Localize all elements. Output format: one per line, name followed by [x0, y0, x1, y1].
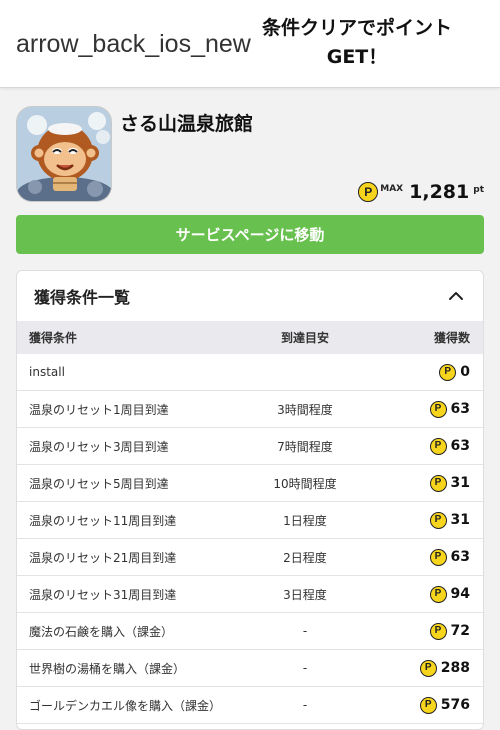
table-row: ゴールデンカエル像を購入（課金） - P 576	[17, 687, 483, 724]
table-row: install P0	[17, 354, 483, 391]
table-row: 温泉のリセット31周目到達 3日程度 P 94	[17, 576, 483, 613]
conditions-table-header: 獲得条件 到達目安 獲得数	[17, 321, 483, 354]
row-condition: 温泉のリセット1周目到達	[29, 402, 169, 417]
max-points-value: 1,281	[409, 181, 470, 203]
point-coin-icon: P	[429, 474, 447, 492]
chevron-up-icon[interactable]	[447, 287, 465, 305]
app-header: arrow_back_ios_new 条件クリアでポイントGET！	[0, 0, 500, 88]
table-row: 温泉のリセット3周目到達 7時間程度 P 63	[17, 428, 483, 465]
row-condition: ゴールデンカエル像を購入（課金）	[29, 698, 222, 713]
service-page-button[interactable]: サービスページに移動	[16, 215, 484, 254]
point-coin-icon: P	[439, 363, 457, 381]
table-row: 温泉のリセット21周目到達 2日程度 P 63	[17, 539, 483, 576]
table-row: 温泉のリセット1周目到達 3時間程度 P 63	[17, 391, 483, 428]
row-goal: 3時間程度	[277, 402, 333, 417]
row-points: 94	[450, 586, 470, 603]
row-condition: 温泉のリセット21周目到達	[29, 550, 177, 565]
row-condition: 温泉のリセット5周目到達	[29, 476, 169, 491]
row-goal: -	[302, 661, 308, 675]
conditions-panel-header[interactable]: 獲得条件一覧	[17, 271, 483, 321]
table-row: 温泉のリセット5周目到達 10時間程度 P 31	[17, 465, 483, 502]
app-icon	[16, 106, 112, 202]
point-coin-icon: P	[419, 696, 437, 714]
conditions-title: 獲得条件一覧	[34, 288, 131, 307]
row-goal: 1日程度	[283, 513, 327, 528]
column-header-goal: 到達目安	[280, 331, 329, 345]
row-points: 31	[450, 475, 470, 492]
point-coin-icon: P	[429, 548, 447, 566]
conditions-table-body: install P0 温泉のリセット1周目到達 3時間程度 P 63 温泉のリセッ…	[17, 354, 483, 724]
monkey-icon	[17, 107, 111, 201]
row-condition: install	[29, 365, 65, 379]
table-row: 魔法の石鹸を購入（課金） - P 72	[17, 613, 483, 650]
conditions-panel: 獲得条件一覧 獲得条件 到達目安 獲得数 install P0 温泉のリセット1…	[16, 270, 484, 730]
row-goal: 7時間程度	[277, 439, 333, 454]
row-points: 63	[450, 549, 470, 566]
point-coin-icon: P	[429, 437, 447, 455]
max-points: P MAX 1,281 pt	[358, 181, 484, 203]
point-coin-icon: P	[429, 585, 447, 603]
row-condition: 温泉のリセット3周目到達	[29, 439, 169, 454]
row-points: 72	[450, 623, 470, 640]
max-label: MAX	[380, 184, 404, 194]
row-points: 0	[460, 364, 470, 381]
row-condition: 温泉のリセット11周目到達	[29, 513, 177, 528]
page-title: 条件クリアでポイントGET！	[261, 17, 452, 68]
row-points: 63	[450, 438, 470, 455]
row-condition: 魔法の石鹸を購入（課金）	[29, 624, 174, 639]
row-goal: -	[302, 624, 308, 638]
row-condition: 温泉のリセット31周目到達	[29, 587, 177, 602]
column-header-condition: 獲得条件	[29, 331, 78, 345]
app-name: さる山温泉旅館	[120, 113, 254, 135]
table-row: 温泉のリセット11周目到達 1日程度 P 31	[17, 502, 483, 539]
point-coin-icon: P	[429, 400, 447, 418]
row-points: 63	[450, 401, 470, 418]
table-row: 世界樹の湯桶を購入（課金） - P 288	[17, 650, 483, 687]
row-points: 288	[440, 660, 470, 677]
point-coin-icon: P	[429, 622, 447, 640]
points-unit: pt	[473, 185, 484, 195]
column-header-points: 獲得数	[433, 331, 470, 345]
row-goal: 2日程度	[283, 550, 327, 565]
row-condition: 世界樹の湯桶を購入（課金）	[29, 661, 186, 676]
point-coin-icon: P	[429, 511, 447, 529]
row-goal: 10時間程度	[273, 476, 337, 491]
point-coin-icon: P	[419, 659, 437, 677]
point-coin-icon: P	[358, 182, 379, 202]
row-points: 31	[450, 512, 470, 529]
back-button[interactable]: arrow_back_ios_new	[16, 30, 258, 59]
row-goal: -	[302, 698, 308, 712]
row-goal: 3日程度	[283, 587, 327, 602]
